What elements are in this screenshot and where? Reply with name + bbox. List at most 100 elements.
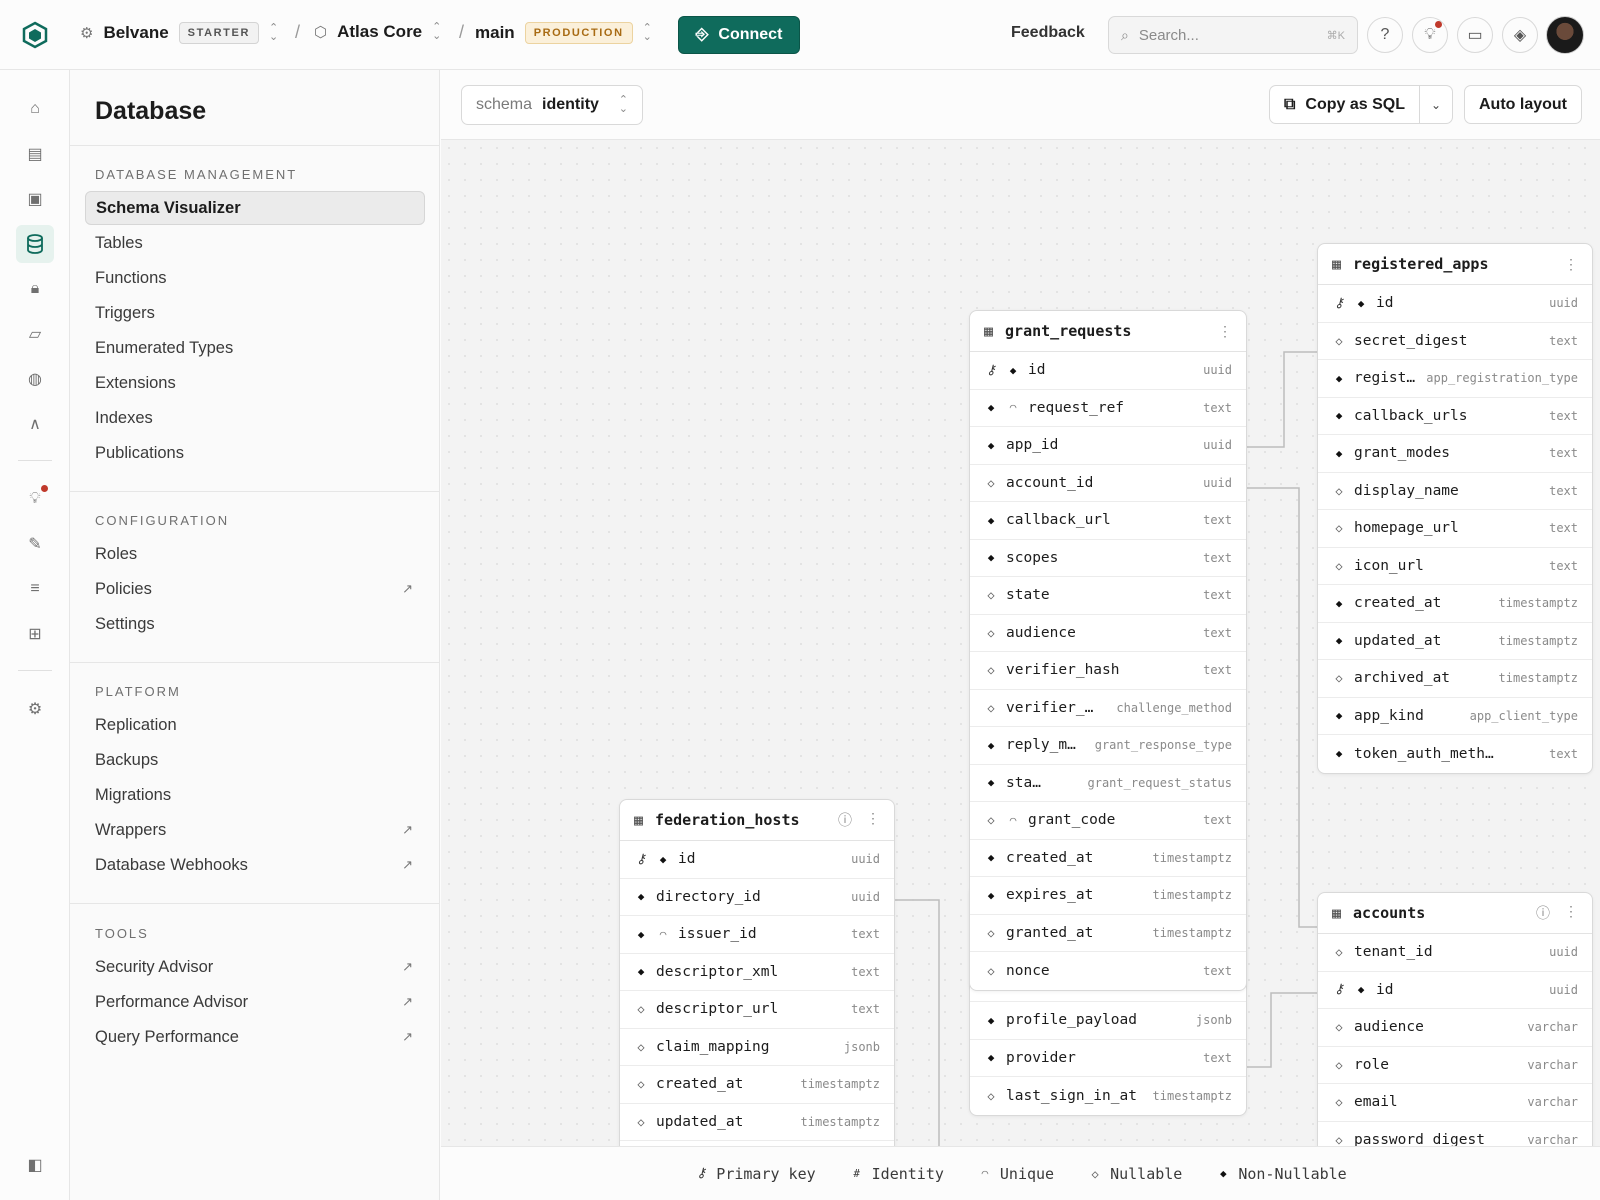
table-row[interactable]: ◆ expires_at timestamptz bbox=[970, 877, 1246, 915]
table-row[interactable]: ⚷ ◆ id uuid bbox=[1318, 972, 1592, 1009]
table-card-registered-apps[interactable]: ▦ registered_apps ⋮ ⚷ ◆ id uuid ◇ secret_digest t… bbox=[1317, 243, 1593, 774]
sidebar-item-database-webhooks[interactable]: Database Webhooks ↗ bbox=[85, 848, 425, 882]
table-card-accounts[interactable]: ▦ accounts ⓘ ⋮ ◇ tenant_id uuid ⚷ ◆ id uuid ◇ audien… bbox=[1317, 892, 1593, 1146]
home-icon[interactable]: ⌂ bbox=[16, 90, 54, 128]
table-row[interactable]: ◆ scopes text bbox=[970, 540, 1246, 577]
sidebar-item-triggers[interactable]: Triggers bbox=[85, 296, 425, 330]
table-row[interactable]: ◆ provider text bbox=[970, 1040, 1246, 1077]
folder-icon[interactable]: ▱ bbox=[16, 315, 54, 353]
sidebar-item-schema-visualizer[interactable]: Schema Visualizer bbox=[85, 191, 425, 225]
table-row[interactable]: ⚷ ◆ id uuid bbox=[970, 352, 1246, 390]
sidebar-item-policies[interactable]: Policies ↗ bbox=[85, 572, 425, 606]
sidebar-item-security-advisor[interactable]: Security Advisor ↗ bbox=[85, 950, 425, 984]
table-header[interactable]: ▦ registered_apps ⋮ bbox=[1318, 244, 1592, 285]
table-header[interactable]: ▦ federation_hosts ⓘ ⋮ bbox=[620, 800, 894, 841]
sidebar-item-functions[interactable]: Functions bbox=[85, 261, 425, 295]
database-icon[interactable] bbox=[16, 225, 54, 263]
sidebar-item-migrations[interactable]: Migrations bbox=[85, 778, 425, 812]
table-row[interactable]: ◇ updated_at timestamptz bbox=[620, 1104, 894, 1141]
sidebar-item-replication[interactable]: Replication bbox=[85, 708, 425, 742]
pencil-icon[interactable]: ✎ bbox=[16, 525, 54, 563]
table-row[interactable]: ◆ ◠ issuer_id text bbox=[620, 916, 894, 954]
realtime-icon[interactable]: ∧ bbox=[16, 405, 54, 443]
sidebar-item-wrappers[interactable]: Wrappers ↗ bbox=[85, 813, 425, 847]
table-row[interactable]: ◇ created_at timestamptz bbox=[620, 1066, 894, 1104]
table-row[interactable]: ◇ last_sign_in_at timestamptz bbox=[970, 1077, 1246, 1115]
lock-icon[interactable]: 🔒︎ bbox=[16, 270, 54, 308]
table-row[interactable]: ◇ state text bbox=[970, 577, 1246, 615]
table-row[interactable]: ◆ descriptor_xml text bbox=[620, 954, 894, 991]
table-row[interactable]: ◇ tenant_id uuid bbox=[1318, 934, 1592, 972]
feedback-button[interactable]: Feedback bbox=[1011, 24, 1085, 42]
table-row[interactable]: ◆ ◠ request_ref text bbox=[970, 390, 1246, 427]
gear-icon[interactable]: ⚙ bbox=[16, 690, 54, 728]
table-row[interactable]: ◇ display_name text bbox=[1318, 473, 1592, 510]
table-row[interactable]: ◇ secret_digest text bbox=[1318, 323, 1592, 360]
table-header[interactable]: ▦ grant_requests ⋮ bbox=[970, 311, 1246, 352]
table-row[interactable]: ◇ ◠ grant_code text bbox=[970, 802, 1246, 840]
app-logo-icon[interactable] bbox=[20, 20, 50, 50]
sidebar-item-indexes[interactable]: Indexes bbox=[85, 401, 425, 435]
org-switch-icon[interactable]: ⌃ ⌄ bbox=[269, 23, 278, 43]
table-row[interactable]: ◇ audience text bbox=[970, 615, 1246, 652]
connect-button[interactable]: ⎆ Connect bbox=[678, 16, 800, 54]
project-switcher[interactable]: ⬡ Atlas Core ⌃ ⌄ bbox=[314, 22, 441, 42]
sql-editor-icon[interactable]: ▣ bbox=[16, 180, 54, 218]
table-row[interactable]: ◇ icon_url text bbox=[1318, 548, 1592, 585]
table-row[interactable]: ◆ created_at timestamptz bbox=[970, 840, 1246, 877]
sidebar-item-enumerated-types[interactable]: Enumerated Types bbox=[85, 331, 425, 365]
sidebar-item-extensions[interactable]: Extensions bbox=[85, 366, 425, 400]
schema-select[interactable]: schema identity ⌃ ⌄ bbox=[461, 85, 643, 125]
advisors-icon[interactable]: 💡︎ bbox=[16, 480, 54, 518]
table-row[interactable]: ◆ regist… app_registration_type bbox=[1318, 360, 1592, 398]
table-row[interactable]: ◇ email varchar bbox=[1318, 1084, 1592, 1122]
table-row[interactable]: ◆ token_auth_meth… text bbox=[1318, 735, 1592, 773]
terminal-icon[interactable]: ▭ bbox=[1457, 17, 1493, 53]
table-row[interactable]: ⚷ ◆ id uuid bbox=[1318, 285, 1592, 323]
more-options-icon[interactable]: ⋮ bbox=[866, 810, 880, 830]
table-row[interactable]: ◇ descriptor_url text bbox=[620, 991, 894, 1029]
table-row[interactable]: ◇ audience varchar bbox=[1318, 1009, 1592, 1047]
table-row[interactable]: ◆ created_at timestamptz bbox=[1318, 585, 1592, 623]
table-row[interactable]: ◇ password_digest varchar bbox=[1318, 1122, 1592, 1146]
table-row[interactable]: ◆ directory_id uuid bbox=[620, 879, 894, 916]
more-options-icon[interactable]: ⋮ bbox=[1564, 256, 1578, 273]
table-row[interactable]: ◆ updated_at timestamptz bbox=[1318, 623, 1592, 660]
sidebar-item-publications[interactable]: Publications bbox=[85, 436, 425, 470]
copy-sql-button[interactable]: ⧉ Copy as SQL bbox=[1270, 86, 1420, 123]
sidebar-item-query-performance[interactable]: Query Performance ↗ bbox=[85, 1020, 425, 1054]
table-row[interactable]: ◇ granted_at timestamptz bbox=[970, 915, 1246, 952]
more-options-icon[interactable]: ⋮ bbox=[1564, 903, 1578, 923]
sidebar-item-settings[interactable]: Settings bbox=[85, 607, 425, 641]
schema-canvas[interactable]: ▦linked_loginsⓘ⋮◆provider_reftext◆accoun… bbox=[441, 140, 1600, 1146]
search-input[interactable]: ⌕ Search... ⌘K bbox=[1108, 16, 1358, 54]
table-row[interactable]: ◇ nonce text bbox=[970, 952, 1246, 990]
table-row[interactable]: ◆ callback_url text bbox=[970, 502, 1246, 540]
table-row[interactable]: ◆ app_kind app_client_type bbox=[1318, 698, 1592, 735]
table-row[interactable]: ◇ verifier_… challenge_method bbox=[970, 690, 1246, 727]
sidebar-item-tables[interactable]: Tables bbox=[85, 226, 425, 260]
info-icon[interactable]: ⓘ bbox=[1536, 903, 1550, 923]
logs-icon[interactable]: ≡ bbox=[16, 570, 54, 608]
table-row[interactable]: ◇ role varchar bbox=[1318, 1047, 1592, 1084]
sidebar-item-roles[interactable]: Roles bbox=[85, 537, 425, 571]
auto-layout-button[interactable]: Auto layout bbox=[1464, 85, 1582, 124]
info-icon[interactable]: ⓘ bbox=[838, 810, 852, 830]
branch-switcher[interactable]: main PRODUCTION ⌃ ⌄ bbox=[475, 22, 652, 44]
table-row[interactable]: ◇ verifier_hash text bbox=[970, 652, 1246, 690]
avatar[interactable] bbox=[1546, 16, 1584, 54]
assistant-icon[interactable]: ◈ bbox=[1502, 17, 1538, 53]
branch-switch-icon[interactable]: ⌃ ⌄ bbox=[643, 23, 652, 43]
more-options-icon[interactable]: ⋮ bbox=[1218, 323, 1232, 340]
project-switch-icon[interactable]: ⌃ ⌄ bbox=[432, 22, 441, 42]
table-row[interactable]: ⚷ ◆ id uuid bbox=[620, 841, 894, 879]
collapse-sidebar-icon[interactable]: ◧ bbox=[16, 1146, 54, 1184]
table-row[interactable]: ◇ archived_at timestamptz bbox=[1318, 660, 1592, 698]
table-card-federation-hosts[interactable]: ▦ federation_hosts ⓘ ⋮ ⚷ ◆ id uuid ◆ directory_id… bbox=[619, 799, 895, 1146]
help-icon[interactable]: ? bbox=[1367, 17, 1403, 53]
sidebar-item-performance-advisor[interactable]: Performance Advisor ↗ bbox=[85, 985, 425, 1019]
table-row[interactable]: ◆ profile_payload jsonb bbox=[970, 1002, 1246, 1040]
globe-icon[interactable]: ◍ bbox=[16, 360, 54, 398]
table-card-grant-requests[interactable]: ▦ grant_requests ⋮ ⚷ ◆ id uuid ◆ ◠ request_ref tex… bbox=[969, 310, 1247, 991]
table-editor-icon[interactable]: ▤ bbox=[16, 135, 54, 173]
